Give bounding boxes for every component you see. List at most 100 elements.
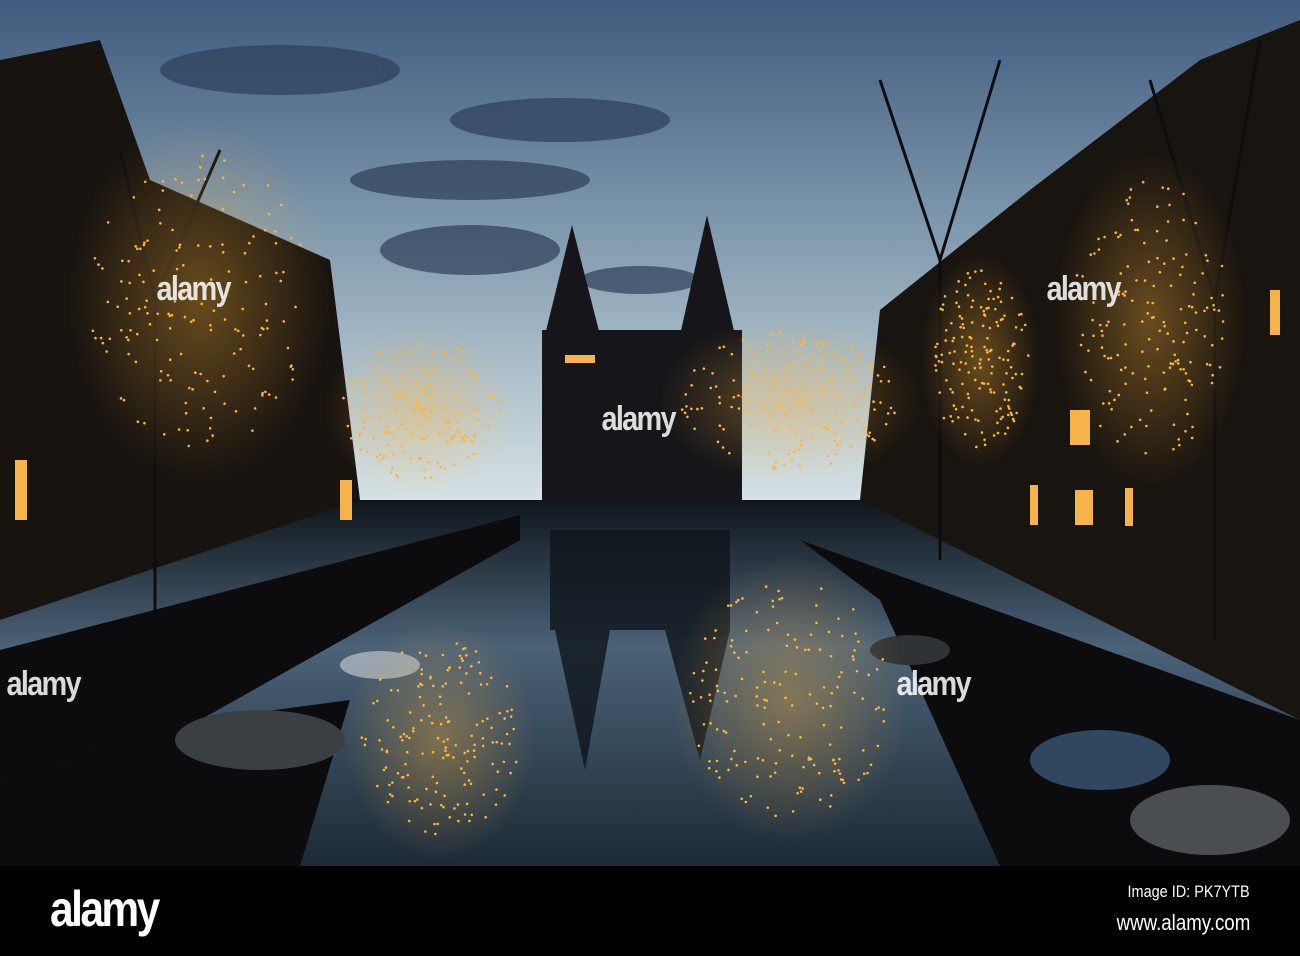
light-dot	[1010, 413, 1014, 417]
light-dot	[1182, 367, 1185, 371]
light-dot	[127, 259, 130, 263]
light-dot	[812, 763, 816, 767]
light-dot	[472, 749, 476, 752]
light-dot	[387, 443, 390, 447]
light-dot	[420, 412, 424, 415]
light-dot	[951, 391, 954, 394]
light-dot	[937, 359, 941, 363]
light-dot	[416, 425, 420, 429]
light-dot	[1184, 253, 1188, 256]
site-url[interactable]: www.alamy.com	[1116, 910, 1250, 936]
light-dot	[474, 650, 478, 653]
light-dot	[465, 435, 469, 439]
light-dot	[425, 787, 428, 791]
light-dot	[934, 369, 938, 372]
light-dot	[1155, 229, 1159, 233]
light-dot	[1211, 373, 1214, 377]
light-dot	[975, 445, 978, 449]
light-dot	[1014, 372, 1018, 376]
light-dot	[851, 608, 855, 611]
light-dot	[1005, 372, 1008, 375]
light-dot	[400, 352, 404, 356]
light-dot	[842, 358, 846, 362]
light-dot	[360, 409, 363, 413]
light-dot	[393, 435, 396, 439]
light-dot	[407, 389, 411, 392]
light-dot	[436, 822, 440, 826]
light-dot	[850, 378, 854, 382]
light-dot	[839, 778, 843, 781]
light-dot	[979, 305, 983, 309]
light-dot	[183, 315, 187, 319]
light-dot	[469, 372, 473, 375]
light-dot	[180, 181, 184, 184]
light-dot	[798, 786, 802, 790]
light-dot	[388, 431, 391, 434]
light-dot	[142, 280, 145, 284]
light-dot	[427, 714, 431, 718]
light-dot	[1117, 393, 1121, 397]
light-dot	[1172, 423, 1176, 427]
light-dot	[1015, 411, 1018, 415]
light-dot	[1173, 353, 1177, 357]
light-dot	[794, 672, 797, 676]
light-dot	[441, 653, 445, 657]
light-dot	[389, 470, 393, 474]
light-dot	[762, 670, 765, 674]
light-dot	[999, 417, 1003, 421]
light-dot	[400, 739, 404, 742]
light-dot	[1213, 308, 1216, 311]
light-dot	[351, 385, 354, 389]
light-dot	[840, 634, 844, 638]
light-dot	[512, 727, 515, 731]
light-dot	[1183, 321, 1187, 325]
light-dot	[168, 314, 172, 318]
light-dot	[408, 350, 411, 354]
light-dot	[234, 328, 237, 331]
light-dot	[713, 636, 716, 640]
light-dot	[431, 750, 435, 754]
light-dot	[446, 737, 449, 741]
light-dot	[1168, 366, 1172, 369]
light-dot	[1181, 265, 1184, 269]
light-dot	[854, 393, 858, 396]
light-dot	[415, 380, 418, 384]
light-dot	[398, 374, 402, 378]
light-dot	[232, 190, 236, 194]
light-dot	[966, 392, 970, 396]
light-dot	[414, 406, 418, 410]
light-dot	[967, 396, 971, 400]
light-dot	[209, 328, 213, 332]
light-dot	[756, 775, 759, 779]
light-dot	[951, 339, 954, 343]
light-dot	[206, 379, 209, 383]
light-dot	[784, 413, 787, 417]
light-dot	[1176, 358, 1180, 362]
light-dot	[223, 318, 227, 321]
light-dot	[349, 436, 353, 440]
light-dot	[970, 321, 974, 324]
light-dot	[1119, 368, 1123, 372]
light-dot	[376, 784, 379, 788]
light-dot	[809, 436, 813, 440]
light-dot	[463, 813, 467, 816]
light-dot	[1220, 264, 1224, 268]
light-dot	[159, 221, 162, 225]
light-dot	[248, 241, 251, 245]
light-dot	[444, 746, 448, 749]
light-dot	[1079, 343, 1083, 347]
light-dot	[431, 390, 435, 394]
light-dot	[838, 757, 841, 761]
light-dot	[422, 367, 426, 370]
light-dot	[378, 739, 381, 742]
light-dot	[807, 648, 811, 652]
light-dot	[427, 460, 431, 464]
light-dot	[388, 783, 391, 787]
light-dot	[1184, 398, 1187, 402]
light-dot	[187, 444, 191, 448]
light-dot	[462, 771, 466, 775]
light-dot	[709, 386, 713, 390]
light-dot	[1006, 413, 1010, 417]
light-dot	[377, 353, 381, 357]
light-dot	[282, 270, 285, 274]
